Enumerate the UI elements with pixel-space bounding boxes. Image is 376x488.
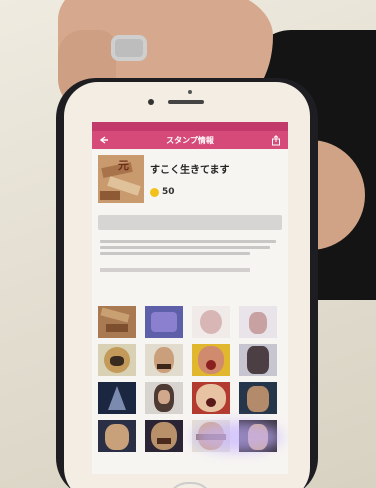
status-bar	[92, 122, 288, 131]
sticker-8[interactable]	[239, 344, 277, 376]
preview-caption	[100, 268, 250, 272]
sticker-2[interactable]	[145, 306, 183, 338]
sticker-12[interactable]	[239, 382, 277, 414]
silver-ring	[111, 35, 147, 61]
coin-icon	[150, 187, 159, 197]
sticker-6[interactable]	[145, 344, 183, 376]
screen-glare	[192, 422, 282, 452]
share-icon[interactable]	[270, 134, 282, 146]
sticker-9[interactable]	[98, 382, 136, 414]
sticker-1[interactable]	[98, 306, 136, 338]
sticker-name: すこく生きてます	[150, 165, 230, 176]
sticker-11[interactable]	[192, 382, 230, 414]
proximity-sensor	[188, 90, 192, 94]
description	[100, 240, 280, 262]
sticker-3[interactable]	[192, 306, 230, 338]
sticker-thumbnail[interactable]: 元	[98, 155, 144, 203]
price-row: 50	[150, 187, 282, 197]
author-line: ​	[150, 155, 282, 160]
phone-screen: スタンプ情報 元 ​ すこく生きてます ​ 50 ​	[92, 122, 288, 474]
earpiece-speaker	[168, 100, 204, 104]
sticker-5[interactable]	[98, 344, 136, 376]
sticker-10[interactable]	[145, 382, 183, 414]
nav-bar: スタンプ情報	[92, 131, 288, 149]
back-arrow-icon[interactable]	[98, 134, 110, 146]
sticker-header: 元 ​ すこく生きてます ​ 50 ​	[92, 149, 288, 203]
validity-line: ​	[150, 177, 282, 182]
present-line: ​	[150, 197, 282, 202]
sticker-14[interactable]	[145, 420, 183, 452]
purchase-button[interactable]	[98, 215, 282, 230]
sticker-7[interactable]	[192, 344, 230, 376]
price-value: 50	[162, 187, 175, 197]
sticker-info: ​ すこく生きてます ​ 50 ​	[150, 155, 282, 203]
sticker-4[interactable]	[239, 306, 277, 338]
front-camera	[148, 99, 154, 105]
sticker-13[interactable]	[98, 420, 136, 452]
nav-title: スタンプ情報	[166, 135, 214, 145]
photo: スタンプ情報 元 ​ すこく生きてます ​ 50 ​	[0, 0, 376, 488]
thumbnail-logo: 元	[118, 159, 129, 172]
